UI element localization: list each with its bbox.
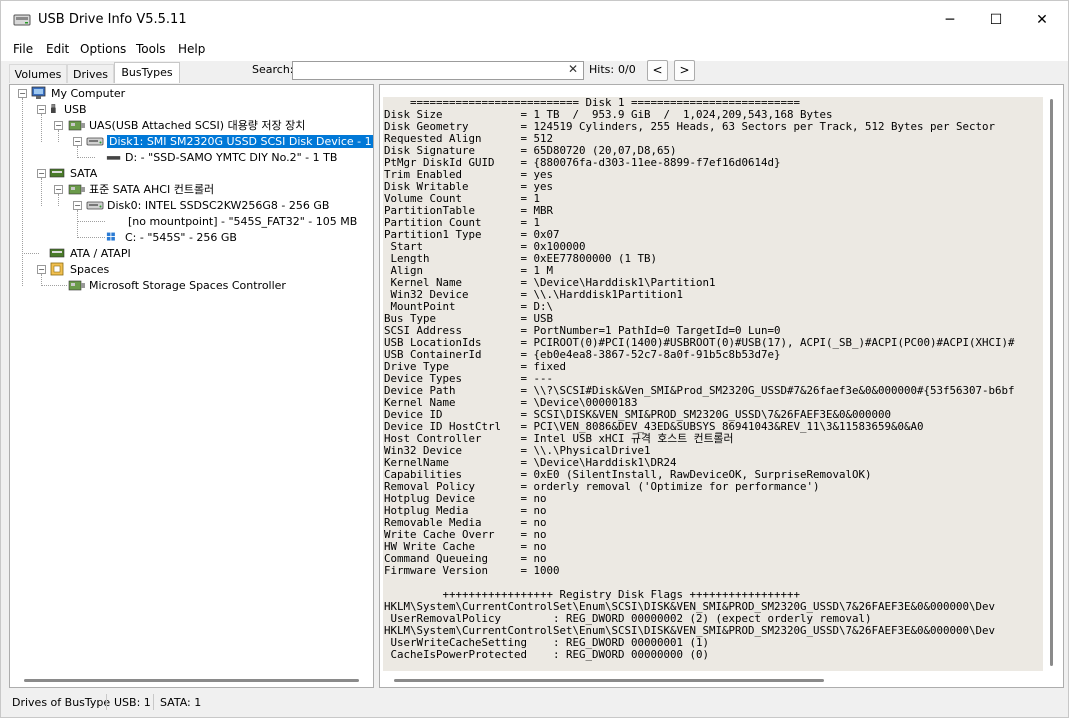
tab-volumes[interactable]: Volumes	[9, 64, 67, 83]
tree-item-spaces[interactable]: Spaces	[49, 261, 109, 277]
status-bar: Drives of BusType USB: 1 SATA: 1	[1, 691, 1068, 717]
storage-controller-icon	[68, 280, 85, 291]
tree-item-ahci-controller[interactable]: 표준 SATA AHCI 컨트롤러	[68, 181, 214, 197]
collapse-toggle[interactable]: −	[37, 105, 46, 114]
maximize-button[interactable]: ☐	[973, 1, 1019, 39]
tree-item-label: UAS(USB Attached SCSI) 대용량 저장 장치	[89, 119, 306, 132]
tree-item-usb[interactable]: USB	[49, 101, 87, 117]
menu-options[interactable]: Options	[80, 40, 126, 58]
tree-item-uas-controller[interactable]: UAS(USB Attached SCSI) 대용량 저장 장치	[68, 117, 305, 133]
collapse-toggle[interactable]: −	[73, 137, 82, 146]
sata-icon	[49, 168, 65, 178]
tree-item-label: ATA / ATAPI	[70, 246, 131, 260]
tree-item-label: 표준 SATA AHCI 컨트롤러	[89, 183, 215, 196]
storage-controller-icon	[68, 184, 85, 195]
info-vertical-scrollbar[interactable]	[1050, 99, 1053, 666]
window-title: USB Drive Info V5.5.11	[38, 12, 187, 27]
usb-plug-icon	[51, 104, 56, 113]
disk-info-pane[interactable]: ========================== Disk 1 ======…	[379, 84, 1064, 688]
collapse-toggle[interactable]: −	[54, 185, 63, 194]
toolbar: Volumes Drives BusTypes Search: ✕ Hits: …	[1, 60, 1068, 83]
info-horizontal-scrollbar[interactable]	[394, 679, 824, 682]
hits-value: 0/0	[618, 63, 636, 76]
info-line: CacheIsPowerProtected : REG_DWORD 000000…	[390, 648, 710, 661]
minimize-button[interactable]: ─	[927, 1, 973, 39]
tree-item-label: My Computer	[51, 86, 126, 100]
collapse-toggle[interactable]: −	[37, 265, 46, 274]
tree-item-label: USB	[64, 102, 87, 116]
close-icon: ✕	[1036, 12, 1048, 28]
status-sata-count: SATA: 1	[160, 696, 202, 709]
tree-item-label: C: - "545S" - 256 GB	[125, 230, 237, 244]
tab-bustypes[interactable]: BusTypes	[114, 62, 180, 83]
menu-help[interactable]: Help	[178, 40, 205, 58]
info-line: Firmware Version = 1000	[384, 564, 560, 577]
app-window: USB Drive Info V5.5.11 ─ ☐ ✕ File Edit O…	[0, 0, 1069, 718]
collapse-toggle[interactable]: −	[37, 169, 46, 178]
spaces-icon	[50, 262, 64, 276]
tree-item-label: D: - "SSD-SAMO YMTC DIY No.2" - 1 TB	[125, 150, 338, 164]
tree-item-sata[interactable]: SATA	[49, 165, 97, 181]
tree-horizontal-scrollbar[interactable]	[24, 679, 359, 682]
title-bar: USB Drive Info V5.5.11 ─ ☐ ✕	[1, 1, 1068, 39]
volume-icon	[106, 156, 121, 160]
disk-icon	[86, 201, 104, 210]
next-hit-button[interactable]: >	[674, 60, 695, 81]
status-label: Drives of BusType	[12, 696, 111, 709]
collapse-toggle[interactable]: −	[18, 89, 27, 98]
disk-info-content: ========================== Disk 1 ======…	[383, 97, 1043, 661]
menu-bar: File Edit Options Tools Help	[1, 39, 1068, 61]
disk-icon	[86, 137, 104, 146]
tree-item-ata[interactable]: ATA / ATAPI	[49, 245, 131, 261]
bus-tree-pane[interactable]: − My Computer − USB − UAS(USB Attached S…	[9, 84, 374, 688]
disk-info-text: ========================== Disk 1 ======…	[383, 97, 1043, 671]
ata-icon	[49, 248, 65, 258]
maximize-icon: ☐	[989, 12, 1003, 28]
tree-item-label: Spaces	[70, 262, 110, 276]
tree-item-label: Disk0: INTEL SSDSC2KW256G8 - 256 GB	[107, 198, 330, 212]
collapse-toggle[interactable]: −	[73, 201, 82, 210]
windows-volume-icon	[106, 232, 115, 241]
search-input[interactable]	[292, 61, 584, 80]
tree-item-label: [no mountpoint] - "545S_FAT32" - 105 MB	[128, 214, 358, 228]
clear-search-icon[interactable]: ✕	[568, 62, 578, 76]
tree-item-disk1[interactable]: Disk1: SMI SM2320G USSD SCSI Disk Device…	[86, 133, 373, 149]
minimize-icon: ─	[945, 12, 955, 28]
prev-hit-button[interactable]: <	[647, 60, 668, 81]
menu-edit[interactable]: Edit	[46, 40, 69, 58]
menu-file[interactable]: File	[13, 40, 33, 58]
status-usb-count: USB: 1	[114, 696, 151, 709]
storage-controller-icon	[68, 120, 85, 131]
search-label: Search:	[252, 63, 294, 76]
close-button[interactable]: ✕	[1019, 1, 1065, 39]
tree-item-label: Disk1: SMI SM2320G USSD SCSI Disk Device…	[107, 134, 373, 148]
tree-item-my-computer[interactable]: My Computer	[30, 85, 125, 101]
hits-label: Hits:	[589, 63, 615, 76]
tree-item-volume-d[interactable]: D: - "SSD-SAMO YMTC DIY No.2" - 1 TB	[106, 149, 337, 165]
usb-drive-app-icon	[13, 14, 31, 26]
tree-item-volume-c[interactable]: C: - "545S" - 256 GB	[106, 229, 237, 245]
tab-drives[interactable]: Drives	[67, 64, 114, 83]
collapse-toggle[interactable]: −	[54, 121, 63, 130]
tree-item-volume-fat32[interactable]: [no mountpoint] - "545S_FAT32" - 105 MB	[128, 213, 357, 229]
tree-item-label: Microsoft Storage Spaces Controller	[89, 278, 286, 292]
tree-item-storage-spaces-controller[interactable]: Microsoft Storage Spaces Controller	[68, 277, 286, 293]
tree-item-label: SATA	[70, 166, 98, 180]
tree-item-disk0[interactable]: Disk0: INTEL SSDSC2KW256G8 - 256 GB	[86, 197, 329, 213]
menu-tools[interactable]: Tools	[136, 40, 166, 58]
computer-icon	[31, 86, 46, 99]
